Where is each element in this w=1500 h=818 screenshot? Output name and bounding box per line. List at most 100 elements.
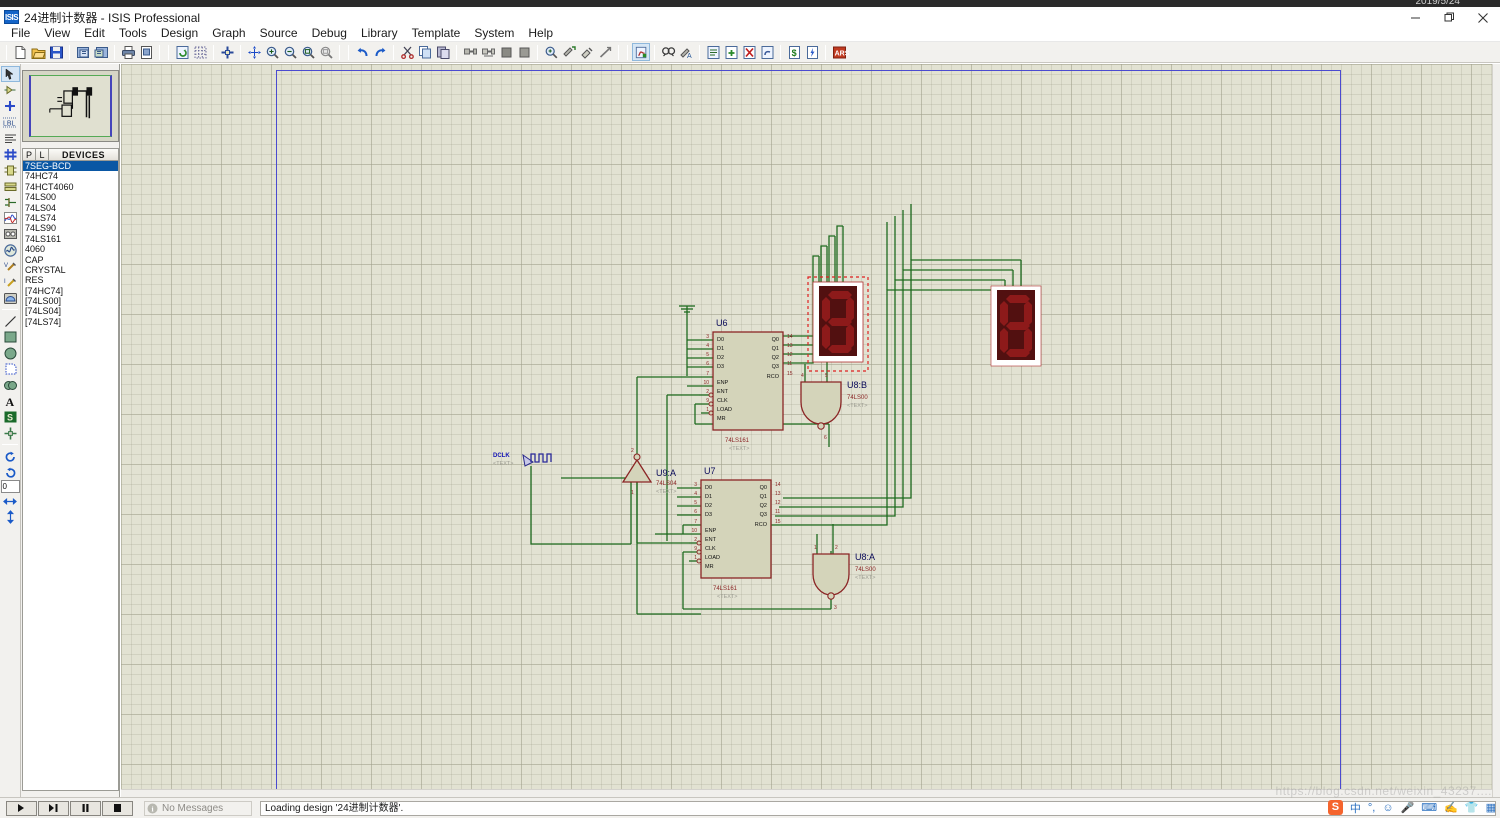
- menu-graph[interactable]: Graph: [205, 24, 252, 42]
- voltage-probe-mode-icon[interactable]: V: [1, 258, 20, 274]
- component-mode-icon[interactable]: [1, 82, 20, 98]
- menu-view[interactable]: View: [37, 24, 77, 42]
- rotate-clockwise-icon[interactable]: [1, 448, 20, 464]
- design-explorer-icon[interactable]: [704, 43, 722, 61]
- import-section-icon[interactable]: [74, 43, 92, 61]
- zoom-sheet-icon[interactable]: [317, 43, 335, 61]
- schematic-canvas[interactable]: U6 D0 D1 D2 D3 ENP ENT CLK LOAD MR Q0 Q1…: [121, 64, 1492, 797]
- packaging-tool-icon[interactable]: [578, 43, 596, 61]
- make-device-icon[interactable]: [560, 43, 578, 61]
- graph-mode-icon[interactable]: [1, 210, 20, 226]
- ime-language-icon[interactable]: 中: [1350, 800, 1361, 816]
- selection-mode-icon[interactable]: [0, 66, 20, 82]
- menu-design[interactable]: Design: [154, 24, 205, 42]
- ime-skin-icon[interactable]: 👕: [1465, 801, 1479, 814]
- step-button[interactable]: [38, 800, 69, 816]
- bill-of-materials-icon[interactable]: $: [785, 43, 803, 61]
- text-script-mode-icon[interactable]: [1, 130, 20, 146]
- ime-punctuation-icon[interactable]: °,: [1368, 802, 1375, 814]
- list-item[interactable]: 74LS90: [23, 223, 118, 233]
- list-item[interactable]: 74LS74: [23, 213, 118, 223]
- virtual-instruments-mode-icon[interactable]: [1, 290, 20, 306]
- generator-mode-icon[interactable]: [1, 242, 20, 258]
- pick-device-icon[interactable]: [542, 43, 560, 61]
- cut-icon[interactable]: [398, 43, 416, 61]
- stop-button[interactable]: [102, 800, 133, 816]
- search-tag-icon[interactable]: [659, 43, 677, 61]
- open-file-icon[interactable]: [29, 43, 47, 61]
- tape-recorder-mode-icon[interactable]: [1, 226, 20, 242]
- devices-list[interactable]: 7SEG-BCD 74HC74 74HCT4060 74LS00 74LS04 …: [22, 161, 119, 791]
- list-item[interactable]: 74LS161: [23, 234, 118, 244]
- wire-autorouter-icon[interactable]: [632, 43, 650, 61]
- subcircuit-mode-icon[interactable]: [1, 162, 20, 178]
- marker-2d-icon[interactable]: [1, 425, 20, 441]
- junction-dot-mode-icon[interactable]: [1, 98, 20, 114]
- zoom-area-icon[interactable]: [299, 43, 317, 61]
- rotate-anticlockwise-icon[interactable]: [1, 464, 20, 480]
- list-item[interactable]: CRYSTAL: [23, 265, 118, 275]
- vertical-scrollbar[interactable]: [1492, 64, 1500, 797]
- electrical-rule-check-icon[interactable]: [803, 43, 821, 61]
- property-assignment-icon[interactable]: A: [677, 43, 695, 61]
- save-file-icon[interactable]: [47, 43, 65, 61]
- current-probe-mode-icon[interactable]: I: [1, 274, 20, 290]
- netlist-to-ares-icon[interactable]: ARS: [830, 43, 849, 61]
- list-item[interactable]: 7SEG-BCD: [23, 161, 118, 172]
- list-item[interactable]: [74LS04]: [23, 306, 118, 316]
- undo-icon[interactable]: [353, 43, 371, 61]
- toggle-grid-icon[interactable]: [191, 43, 209, 61]
- block-delete-icon[interactable]: [515, 43, 533, 61]
- refresh-icon[interactable]: [173, 43, 191, 61]
- list-item[interactable]: 74LS04: [23, 203, 118, 213]
- zoom-in-icon[interactable]: [263, 43, 281, 61]
- rotation-angle-field[interactable]: 0: [0, 480, 20, 493]
- list-item[interactable]: CAP: [23, 255, 118, 265]
- origin-icon[interactable]: [218, 43, 236, 61]
- symbol-2d-icon[interactable]: S: [1, 409, 20, 425]
- menu-tools[interactable]: Tools: [112, 24, 154, 42]
- text-2d-icon[interactable]: A: [1, 393, 20, 409]
- menu-system[interactable]: System: [467, 24, 521, 42]
- list-item[interactable]: [74LS74]: [23, 317, 118, 327]
- menu-library[interactable]: Library: [354, 24, 405, 42]
- menu-help[interactable]: Help: [521, 24, 560, 42]
- ime-keyboard-icon[interactable]: ⌨: [1421, 801, 1437, 814]
- ime-emoji-icon[interactable]: ☺: [1382, 802, 1393, 814]
- menu-file[interactable]: File: [4, 24, 37, 42]
- redo-icon[interactable]: [371, 43, 389, 61]
- ime-logo-icon[interactable]: S: [1327, 800, 1343, 815]
- wire-label-mode-icon[interactable]: LBL: [1, 114, 20, 130]
- buses-mode-icon[interactable]: [1, 146, 20, 162]
- exit-sheet-icon[interactable]: [758, 43, 776, 61]
- mirror-horizontal-icon[interactable]: [1, 493, 20, 509]
- new-sheet-icon[interactable]: [722, 43, 740, 61]
- messages-indicator[interactable]: i No Messages: [144, 800, 252, 816]
- circle-2d-icon[interactable]: [1, 345, 20, 361]
- list-item[interactable]: 74HCT4060: [23, 182, 118, 192]
- block-copy-icon[interactable]: [461, 43, 479, 61]
- block-rotate-icon[interactable]: [497, 43, 515, 61]
- arc-2d-icon[interactable]: [1, 361, 20, 377]
- block-move-icon[interactable]: [479, 43, 497, 61]
- ime-voice-icon[interactable]: 🎤: [1401, 801, 1415, 814]
- ime-toolbox-icon[interactable]: ▦: [1486, 801, 1496, 814]
- path-2d-icon[interactable]: [1, 377, 20, 393]
- remove-sheet-icon[interactable]: [740, 43, 758, 61]
- list-item[interactable]: [74LS00]: [23, 296, 118, 306]
- zoom-out-icon[interactable]: [281, 43, 299, 61]
- pause-button[interactable]: [70, 800, 101, 816]
- mirror-vertical-icon[interactable]: [1, 509, 20, 525]
- pan-icon[interactable]: [245, 43, 263, 61]
- schematic-overview-preview[interactable]: [22, 70, 119, 142]
- ime-handwrite-icon[interactable]: ✍: [1444, 801, 1458, 814]
- terminals-mode-icon[interactable]: [1, 178, 20, 194]
- devices-col-l[interactable]: L: [36, 149, 49, 160]
- list-item[interactable]: [74HC74]: [23, 286, 118, 296]
- export-section-icon[interactable]: [92, 43, 110, 61]
- list-item[interactable]: 74HC74: [23, 171, 118, 181]
- copy-icon[interactable]: [416, 43, 434, 61]
- decompose-icon[interactable]: [596, 43, 614, 61]
- print-icon[interactable]: [119, 43, 137, 61]
- devices-col-p[interactable]: P: [23, 149, 36, 160]
